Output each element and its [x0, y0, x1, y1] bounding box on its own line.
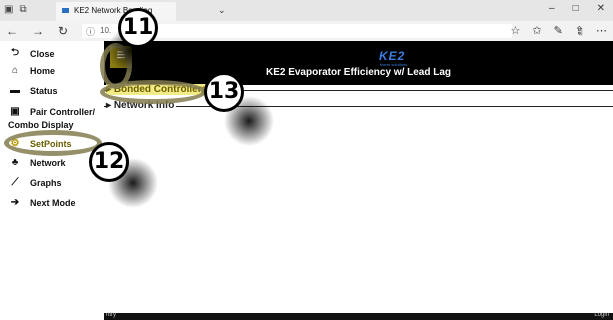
callout-11: 11: [118, 8, 158, 48]
callout-13: 13: [204, 72, 244, 112]
page-title: KE2 Evaporator Efficiency w/ Lead Lag: [265, 67, 452, 78]
address-bar: ← → ↻ ⓘ 10. ▯ ☆ ✩ ✎ ⇪ ⋯: [0, 21, 613, 42]
ke2-logo: KE2: [379, 49, 406, 63]
window-controls: – □ ✕: [549, 3, 605, 14]
graph-icon: ⟋: [11, 177, 19, 188]
pen-icon[interactable]: ✎: [554, 24, 563, 37]
sidebar-item-label: Status: [30, 85, 58, 96]
sidebar-menu: ⮌ Close ⌂ Home ▬ Status ▣ Pair Controlle…: [0, 41, 104, 320]
highlight-setpoints: [4, 130, 102, 156]
login-link[interactable]: Login: [594, 312, 609, 318]
controller-icon: ▣: [10, 106, 20, 117]
section-divider: [104, 106, 613, 107]
sidebar-item-label: Close: [30, 48, 55, 59]
back-button[interactable]: ←: [6, 24, 18, 38]
sidebar-item-label: Network: [30, 157, 66, 168]
app-header: ≡ KE2 therm solutions KE2 Evaporator Eff…: [104, 41, 613, 85]
nav-buttons: ← → ↻: [6, 24, 68, 38]
sidebar-item-next-mode[interactable]: ➔ Next Mode: [0, 197, 76, 208]
share-icon[interactable]: ⇪: [575, 24, 584, 37]
sidebar-item-label: Next Mode: [30, 197, 76, 208]
favorite-star-icon[interactable]: ☆: [510, 24, 520, 37]
tab-preview-icon[interactable]: ⧉: [19, 4, 26, 15]
url-text: 10.: [100, 26, 112, 35]
next-arrow-icon: ➔: [10, 197, 20, 208]
close-window-button[interactable]: ✕: [597, 3, 605, 14]
status-left-text: ntry: [106, 312, 117, 318]
favicon-icon: [62, 8, 69, 13]
sidebar-item-label: Graphs: [30, 177, 62, 188]
browser-tab[interactable]: KE2 Network Bonding ⌄: [56, 2, 226, 21]
sidebar-item-home[interactable]: ⌂ Home: [0, 65, 55, 76]
refresh-button[interactable]: ↻: [58, 24, 68, 38]
network-icon: ♣: [11, 157, 19, 168]
sidebar-item-status[interactable]: ▬ Status: [0, 85, 58, 96]
sidebar-item-label: Pair Controller/: [30, 106, 96, 117]
home-icon: ⌂: [11, 65, 19, 76]
highlight-bonded-controllers: [100, 80, 206, 104]
more-icon[interactable]: ⋯: [596, 24, 607, 37]
sidebar-item-label: Home: [30, 65, 56, 76]
sidebar-item-graphs[interactable]: ⟋ Graphs: [0, 177, 62, 188]
chevron-down-icon[interactable]: ⌄: [218, 5, 226, 16]
info-icon[interactable]: ⓘ: [86, 25, 95, 38]
sidebar-item-combo-display[interactable]: Combo Display: [8, 120, 74, 130]
tab-actions-icon[interactable]: ▣: [4, 4, 13, 15]
favorites-hub-icon[interactable]: ✩: [532, 24, 541, 37]
callout-12: 12: [89, 142, 129, 182]
tab-controls[interactable]: ▣ ⧉: [4, 4, 27, 15]
undo-arrow-icon: ⮌: [10, 47, 19, 58]
sidebar-item-network[interactable]: ♣ Network: [0, 157, 66, 168]
maximize-button[interactable]: □: [573, 3, 579, 14]
forward-button[interactable]: →: [32, 24, 44, 38]
sidebar-item-close[interactable]: ⮌ Close: [0, 45, 55, 62]
minimize-button[interactable]: –: [549, 3, 555, 14]
browser-toolbar: ☆ ✩ ✎ ⇪ ⋯: [510, 24, 607, 37]
status-icon: ▬: [10, 85, 20, 96]
sidebar-item-pair-controller[interactable]: ▣ Pair Controller/: [0, 106, 95, 117]
status-bar: ntry Login: [104, 312, 613, 320]
browser-titlebar: ▣ ⧉ KE2 Network Bonding ⌄ – □ ✕: [0, 0, 613, 21]
